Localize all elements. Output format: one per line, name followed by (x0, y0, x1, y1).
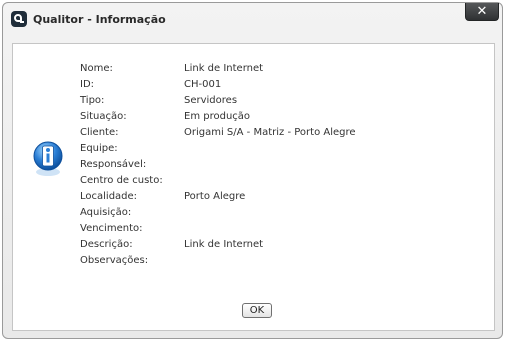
dialog-content: Nome: Link de Internet ID: CH-001 Tipo: Servi… (12, 43, 495, 331)
field-label: Observações: (80, 255, 149, 266)
field-value: Servidores (184, 95, 238, 106)
ok-button[interactable]: OK (242, 303, 272, 318)
dialog-window: Qualitor - Informação ✕ Nome: Link de Int… (2, 2, 503, 339)
field-label: Vencimento: (80, 223, 143, 234)
field-label: Tipo: (80, 95, 105, 106)
close-button[interactable]: ✕ (465, 3, 499, 21)
field-label: Equipe: (80, 143, 118, 154)
field-label: Descrição: (80, 239, 133, 250)
field-label: Situação: (80, 111, 127, 122)
field-value: Origami S/A - Matriz - Porto Alegre (184, 127, 356, 138)
qualitor-logo-icon (11, 11, 27, 27)
titlebar[interactable]: Qualitor - Informação (3, 3, 502, 37)
field-label: Nome: (80, 63, 113, 74)
field-value: Em produção (184, 111, 251, 122)
field-label: Centro de custo: (80, 175, 163, 186)
field-label: Aquisição: (80, 207, 132, 218)
field-value: Porto Alegre (184, 191, 246, 202)
dialog-title: Qualitor - Informação (33, 13, 166, 26)
field-label: ID: (80, 79, 95, 90)
info-icon (33, 141, 63, 176)
field-label: Responsável: (80, 159, 147, 170)
field-value: CH-001 (184, 79, 222, 90)
field-label: Localidade: (80, 191, 138, 202)
field-label: Cliente: (80, 127, 119, 138)
field-value: Link de Internet (184, 63, 264, 74)
close-icon: ✕ (476, 4, 488, 19)
field-value: Link de Internet (184, 239, 264, 250)
